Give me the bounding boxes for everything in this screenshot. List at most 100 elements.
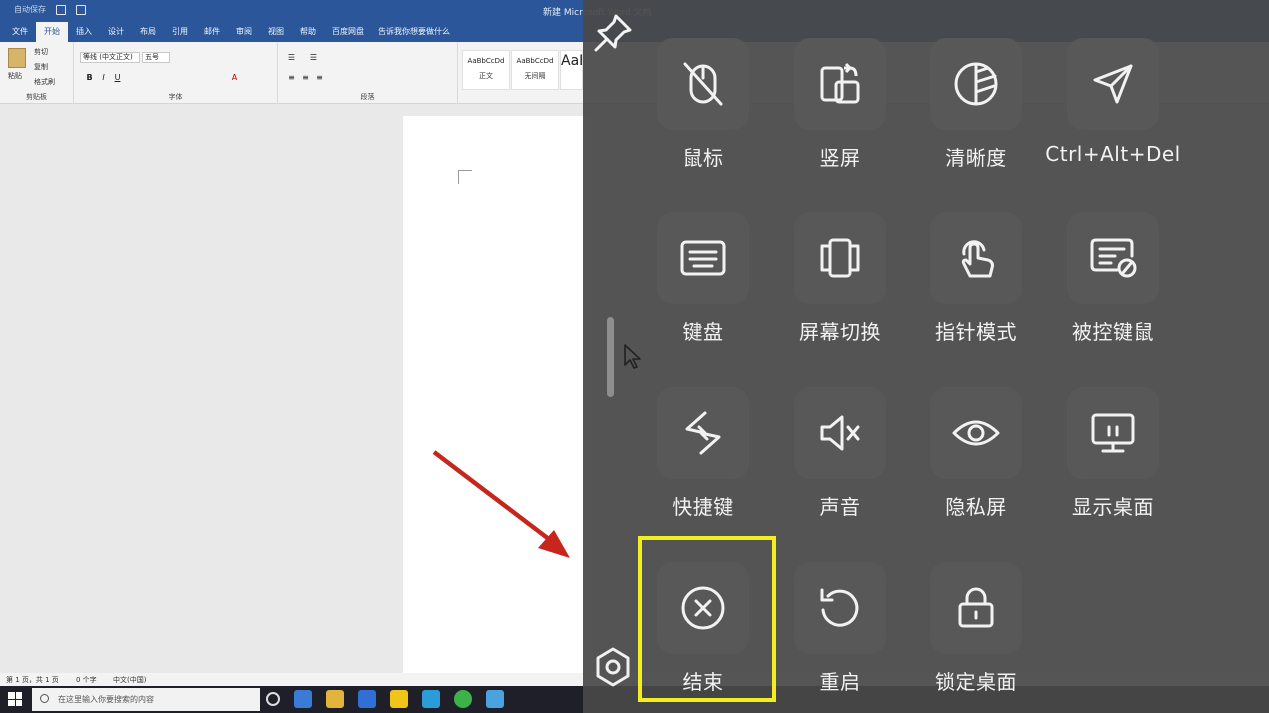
tab-references[interactable]: 引用 [164,22,196,42]
volume-mute-icon [794,387,886,479]
tile-show-desktop[interactable]: 显示桌面 [1045,387,1181,520]
shortcut-icon [657,387,749,479]
align-right-icon[interactable]: ≡ [314,72,325,83]
tile-privacy-label: 隐私屏 [945,495,1007,519]
sticky-notes-icon[interactable] [390,690,408,708]
clipboard-group-label: 剪贴板 [26,93,47,101]
tab-design[interactable]: 设计 [100,22,132,42]
bullets-icon[interactable]: ☰ [286,52,297,63]
word-count[interactable]: 0 个字 [76,675,97,685]
tile-sound[interactable]: 声音 [772,387,908,520]
align-center-icon[interactable]: ≡ [300,72,311,83]
tile-screen-switch-label: 屏幕切换 [799,320,881,344]
file-explorer-icon[interactable] [326,690,344,708]
page-count[interactable]: 第 1 页，共 1 页 [6,675,59,685]
screen-switch-icon [794,212,886,304]
mouse-off-icon [657,38,749,130]
tab-layout[interactable]: 布局 [132,22,164,42]
taskbar-apps [266,690,504,708]
tile-sound-label: 声音 [819,495,861,519]
paragraph-group: ☰ ☰ ≡ ≡ ≡ 段落 [278,42,458,104]
tile-keyboard-label: 键盘 [682,320,724,344]
task-view-icon[interactable] [266,692,280,706]
store-icon[interactable] [358,690,376,708]
tell-me-search[interactable]: 告诉我你想要做什么 [372,22,456,42]
style-normal[interactable]: AaBbCcDd 正文 [462,50,510,90]
tile-shortcut-label: 快捷键 [672,495,734,519]
font-color-button[interactable]: A [229,72,240,83]
tile-restart-label: 重启 [819,670,861,694]
app-icon[interactable] [486,690,504,708]
style-heading-preview: AaBl [561,53,582,69]
panel-drag-handle[interactable] [607,317,614,397]
search-icon [40,694,49,703]
font-name-select[interactable]: 等线 (中文正文) [80,52,140,63]
underline-button[interactable]: U [112,72,123,83]
tab-home[interactable]: 开始 [36,22,68,42]
paste-icon[interactable] [8,48,26,68]
start-button[interactable] [8,692,22,706]
style-normal-name: 正文 [479,72,493,80]
tile-privacy-screen[interactable]: 隐私屏 [908,387,1044,520]
style-no-spacing-preview: AaBbCcDd [516,57,554,65]
tile-controlled-input[interactable]: 被控键鼠 [1045,212,1181,345]
keyboard-disabled-icon [1067,212,1159,304]
save-icon[interactable] [56,4,66,15]
language-status[interactable]: 中文(中国) [113,675,146,685]
pin-icon[interactable] [590,10,636,56]
document-page[interactable] [403,116,593,676]
tab-file[interactable]: 文件 [4,22,36,42]
remote-desktop-screen: 自动保存 新建 Microsoft Word 文档 文件 开始 插入 设计 布局… [0,0,1269,713]
wechat-icon[interactable] [454,690,472,708]
tab-review[interactable]: 审阅 [228,22,260,42]
style-no-spacing-name: 无间隔 [524,72,546,80]
autosave-label[interactable]: 自动保存 [14,4,46,15]
italic-button[interactable]: I [98,72,109,83]
tile-screen-switch[interactable]: 屏幕切换 [772,212,908,345]
tile-keyboard[interactable]: 键盘 [635,212,771,345]
clarity-icon [930,38,1022,130]
style-normal-preview: AaBbCcDd [467,57,505,65]
search-app-icon[interactable] [422,690,440,708]
font-size-select[interactable]: 五号 [142,52,170,63]
format-painter-button[interactable]: 格式刷 [34,77,55,87]
font-group-label: 字体 [168,93,183,101]
edge-icon[interactable] [294,690,312,708]
tile-cad-label: Ctrl+Alt+Del [1045,142,1181,166]
tile-clarity[interactable]: 清晰度 [908,38,1044,171]
taskbar-search[interactable]: 在这里输入你要搜索的内容 [32,688,260,711]
send-icon [1067,38,1159,130]
tab-insert[interactable]: 插入 [68,22,100,42]
arrow-shaft [432,450,560,548]
undo-icon[interactable] [76,4,86,15]
tile-clarity-label: 清晰度 [945,146,1007,170]
tile-mouse[interactable]: 鼠标 [635,38,771,171]
tile-lock-desktop[interactable]: 锁定桌面 [908,562,1044,695]
tile-shortcut[interactable]: 快捷键 [635,387,771,520]
clipboard-group: 粘贴 剪切 复制 格式刷 剪贴板 [0,42,74,104]
paste-button[interactable]: 粘贴 [8,71,22,81]
cut-button[interactable]: 剪切 [34,47,48,57]
style-heading-1[interactable]: AaBl [560,50,583,90]
font-group: 等线 (中文正文) 五号 B I U A 字体 [74,42,278,104]
tile-pointer-mode[interactable]: 指针模式 [908,212,1044,345]
tile-restart[interactable]: 重启 [772,562,908,695]
text-cursor-mark [458,170,472,184]
tab-baidu-netdisk[interactable]: 百度网盘 [324,22,372,42]
tab-help[interactable]: 帮助 [292,22,324,42]
tile-portrait[interactable]: 竖屏 [772,38,908,171]
tab-mailings[interactable]: 邮件 [196,22,228,42]
tile-ctrl-alt-del[interactable]: Ctrl+Alt+Del [1045,38,1181,166]
annotation-arrow [432,450,570,558]
settings-icon[interactable] [591,645,635,689]
numbering-icon[interactable]: ☰ [308,52,319,63]
quick-access-toolbar: 自动保存 [14,4,86,15]
copy-button[interactable]: 复制 [34,62,48,72]
style-no-spacing[interactable]: AaBbCcDd 无间隔 [511,50,559,90]
align-left-icon[interactable]: ≡ [286,72,297,83]
eye-icon [930,387,1022,479]
tile-mouse-label: 鼠标 [682,146,724,170]
tab-view[interactable]: 视图 [260,22,292,42]
paragraph-group-label: 段落 [360,93,375,101]
bold-button[interactable]: B [84,72,95,83]
